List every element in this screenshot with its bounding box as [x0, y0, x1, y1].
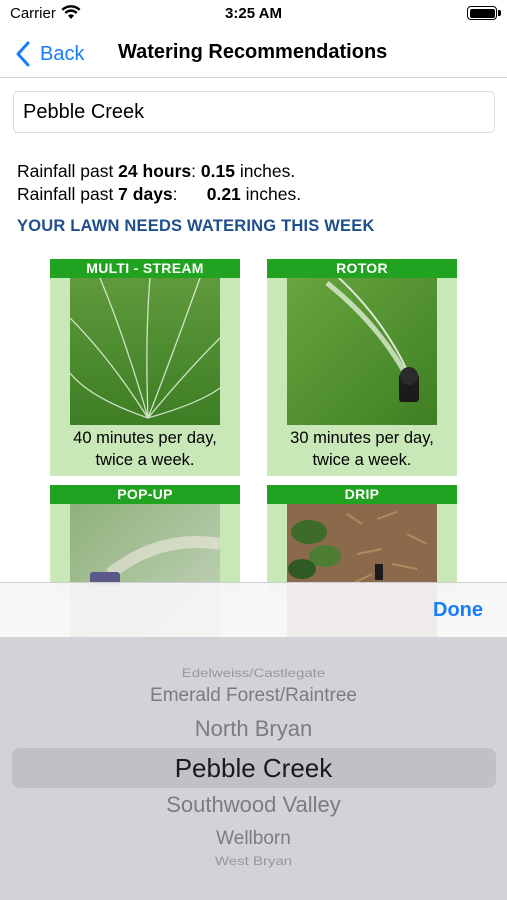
rainfall-24h-value: 0.15: [200, 161, 235, 181]
multi-stream-schedule: 40 minutes per day, twice a week.: [73, 429, 217, 469]
multi-stream-photo: [70, 278, 220, 425]
battery-icon: [467, 6, 497, 20]
picker-option[interactable]: Edelweiss/Castlegate: [0, 667, 507, 680]
status-bar: Carrier 3:25 AM: [0, 0, 507, 30]
picker-option[interactable]: Emerald Forest/Raintree: [0, 685, 507, 707]
picker-toolbar: Done: [0, 582, 507, 637]
card-title: MULTI - STREAM: [50, 259, 240, 278]
navigation-bar: Back Watering Recommendations: [0, 30, 507, 78]
picker-option[interactable]: North Bryan: [0, 716, 507, 742]
rainfall-7d: Rainfall past 7 days: 0.21 inches.: [17, 184, 302, 204]
picker-option[interactable]: Southwood Valley: [0, 792, 507, 818]
picker-option-selected[interactable]: Pebble Creek: [0, 753, 507, 784]
back-label: Back: [40, 42, 85, 65]
chevron-left-icon: [16, 41, 30, 67]
multi-stream-card: MULTI - STREAM 40 minutes per day, twice…: [50, 259, 240, 476]
picker-option[interactable]: West Bryan: [0, 855, 507, 868]
watering-notice: YOUR LAWN NEEDS WATERING THIS WEEK: [17, 217, 375, 235]
drip-card: DRIP: [267, 485, 457, 651]
battery-tip: [498, 10, 501, 16]
location-field[interactable]: Pebble Creek: [13, 91, 495, 133]
rainfall-7d-value: 0.21: [206, 184, 241, 204]
rainfall-24h: Rainfall past 24 hours: 0.15 inches.: [17, 161, 296, 181]
clock: 3:25 AM: [225, 5, 282, 22]
picker-option[interactable]: ​: [0, 660, 507, 666]
card-title: DRIP: [267, 485, 457, 504]
card-title: POP-UP: [50, 485, 240, 504]
done-button[interactable]: Done: [433, 599, 483, 622]
picker-option[interactable]: Wellborn: [0, 828, 507, 850]
page-title: Watering Recommendations: [118, 41, 388, 63]
rotor-schedule: 30 minutes per day, twice a week.: [290, 429, 434, 469]
rotor-photo: [287, 278, 437, 425]
rotor-card: ROTOR 30 minutes per day, twice a week.: [267, 259, 457, 476]
pop-up-card: POP-UP: [50, 485, 240, 651]
card-title: ROTOR: [267, 259, 457, 278]
back-button[interactable]: Back: [14, 39, 84, 69]
